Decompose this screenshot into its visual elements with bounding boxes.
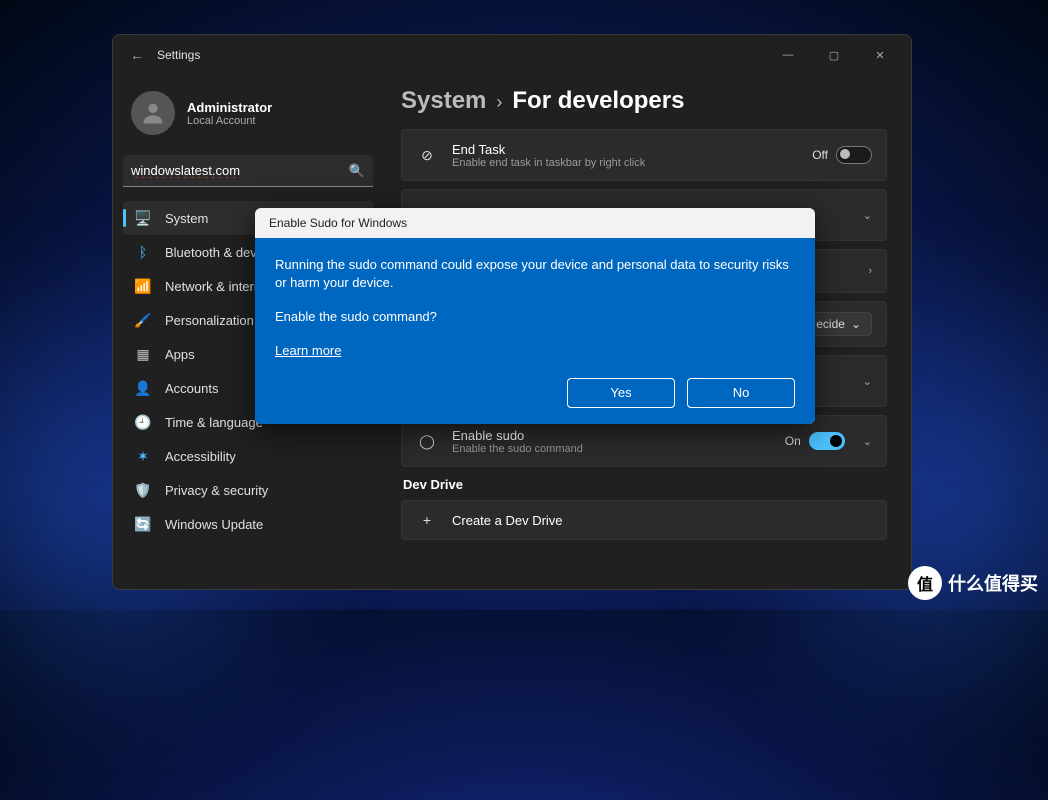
person-icon: 👤 [133,378,153,398]
search-icon: 🔍 [349,163,365,179]
enable-sudo-dialog: Enable Sudo for Windows Running the sudo… [255,208,815,424]
chevron-right-icon: › [496,92,502,113]
user-name: Administrator [187,100,272,115]
user-account-row[interactable]: Administrator Local Account [123,83,373,143]
learn-more-link[interactable]: Learn more [275,343,341,358]
wifi-icon: 📶 [133,276,153,296]
back-button[interactable]: ← [121,39,153,71]
card-desc: Enable the sudo command [452,443,785,455]
apps-icon: ▦ [133,344,153,364]
chevron-down-icon: ⌄ [851,317,861,331]
watermark: 值 什么值得买 [908,566,1038,600]
section-title-dev-drive: Dev Drive [403,477,887,492]
toggle-label: Off [812,148,828,162]
card-title: End Task [452,142,812,157]
sidebar-item-label: System [165,211,208,226]
system-icon: 🖥️ [133,208,153,228]
card-title: Enable sudo [452,428,785,443]
maximize-button[interactable]: ▢ [811,39,857,71]
shield-icon: 🛡️ [133,480,153,500]
accessibility-icon: ✶ [133,446,153,466]
card-create-dev-drive[interactable]: + Create a Dev Drive [401,500,887,540]
dialog-question-text: Enable the sudo command? [275,308,795,326]
sidebar-item-label: Accessibility [165,449,236,464]
chevron-down-icon: ⌄ [863,375,872,388]
yes-button[interactable]: Yes [567,378,675,408]
plus-icon: + [416,512,438,528]
sidebar-item-label: Personalization [165,313,254,328]
avatar [131,91,175,135]
chevron-right-icon: › [868,265,872,277]
shield-outline-icon: ◯ [416,433,438,450]
close-button[interactable]: ✕ [857,39,903,71]
bluetooth-icon: ᛒ [133,242,153,262]
no-entry-icon: ⊘ [416,147,438,164]
watermark-text: 什么值得买 [948,570,1038,596]
titlebar: ← Settings — ▢ ✕ [113,35,911,75]
card-desc: Enable end task in taskbar by right clic… [452,157,812,169]
breadcrumb-root[interactable]: System [401,87,486,115]
sidebar-item-label: Time & language [165,415,263,430]
sidebar-item-label: Accounts [165,381,218,396]
page-title: For developers [512,87,684,115]
toggle-label: On [785,434,801,448]
brush-icon: 🖌️ [133,310,153,330]
sidebar-item-windows-update[interactable]: 🔄 Windows Update [123,507,373,541]
terminal-dropdown[interactable]: ecide⌄ [805,312,872,336]
search-input[interactable] [131,163,349,178]
minimize-button[interactable]: — [765,39,811,71]
search-box[interactable]: 🔍 [123,155,373,187]
sidebar-item-label: Privacy & security [165,483,268,498]
window-title: Settings [157,48,200,62]
update-icon: 🔄 [133,514,153,534]
watermark-badge-icon: 值 [908,566,942,600]
dialog-warning-text: Running the sudo command could expose yo… [275,256,795,292]
end-task-toggle[interactable] [836,146,872,164]
breadcrumb: System › For developers [401,87,887,115]
sidebar-item-label: Windows Update [165,517,263,532]
sidebar-item-accessibility[interactable]: ✶ Accessibility [123,439,373,473]
card-title: Create a Dev Drive [452,513,872,528]
sudo-toggle[interactable] [809,432,845,450]
sidebar-item-label: Apps [165,347,195,362]
card-end-task[interactable]: ⊘ End Task Enable end task in taskbar by… [401,129,887,181]
clock-icon: 🕘 [133,412,153,432]
sidebar-item-privacy[interactable]: 🛡️ Privacy & security [123,473,373,507]
dialog-title: Enable Sudo for Windows [255,208,815,238]
chevron-down-icon: ⌄ [863,435,872,448]
chevron-down-icon: ⌄ [863,209,872,222]
no-button[interactable]: No [687,378,795,408]
user-subtitle: Local Account [187,115,272,127]
